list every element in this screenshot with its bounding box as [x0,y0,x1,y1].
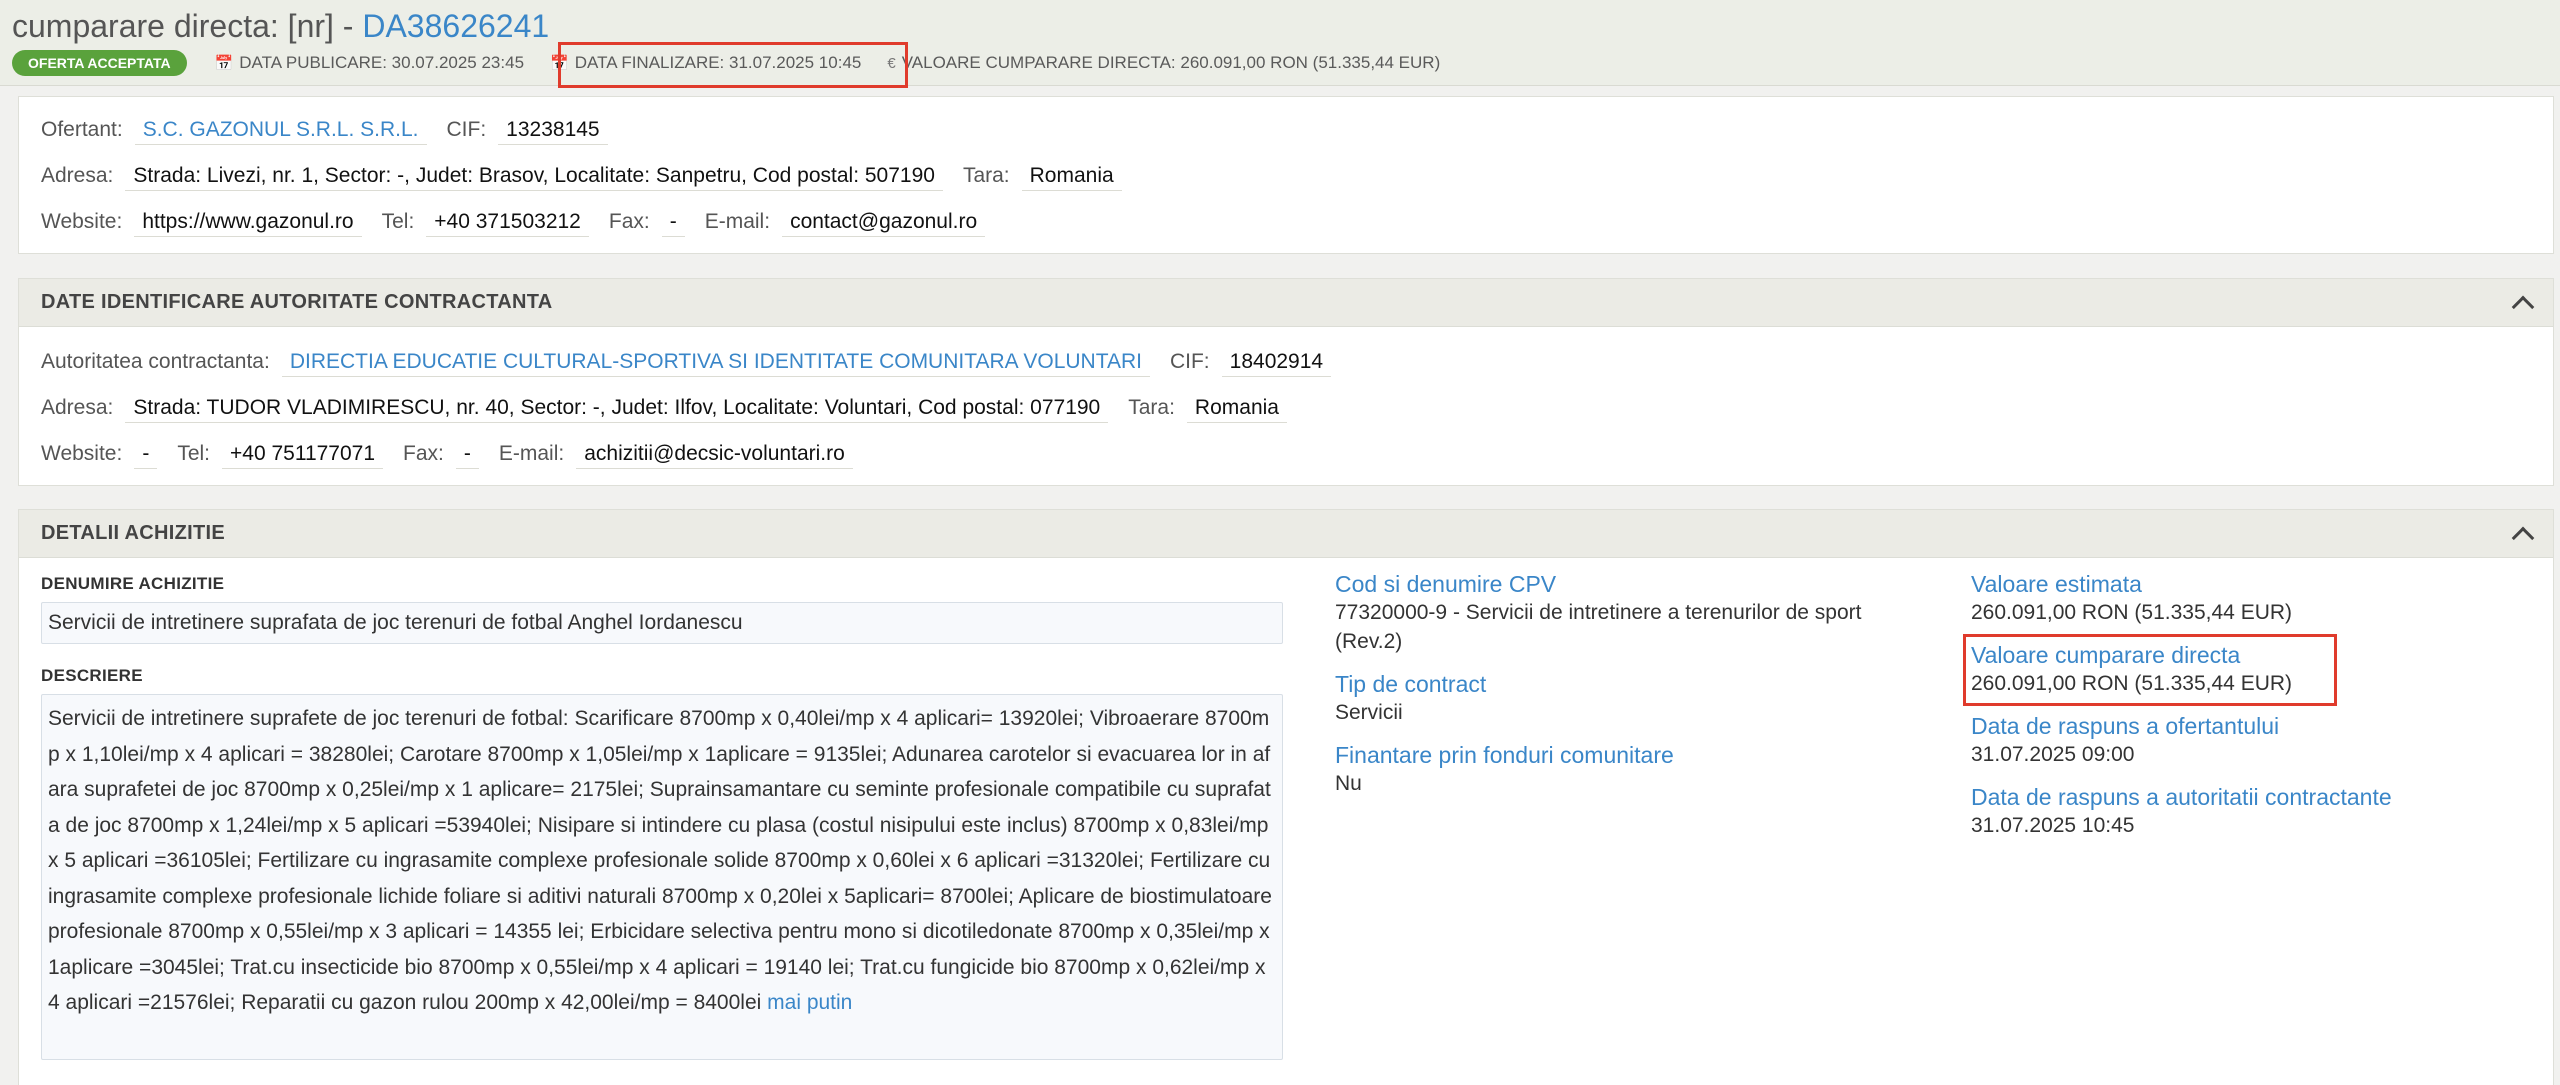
bidder-response-date-field: Data de raspuns a ofertantului 31.07.202… [1971,712,2531,769]
bidder-tel-value: +40 371503212 [426,207,589,237]
bidder-website-label: Website: [41,210,123,233]
procurement-name-label: DENUMIRE ACHIZITIE [41,574,225,593]
chevron-up-icon[interactable] [2511,526,2535,549]
authority-fax-value: - [455,439,479,469]
description-text: Servicii de intretinere suprafete de joc… [48,707,1272,1014]
procurement-middle-column: Cod si denumire CPV 77320000-9 - Servici… [1335,570,1895,812]
eu-funding-label: Finantare prin fonduri comunitare [1335,742,1674,768]
authority-country-label: Tara: [1128,396,1175,419]
direct-purchase-highlight [1963,634,2337,706]
estimated-value-label: Valoare estimata [1971,571,2142,597]
bidder-response-date-label: Data de raspuns a ofertantului [1971,713,2280,739]
authority-tel-label: Tel: [177,442,211,465]
procurement-right-column: Valoare estimata 260.091,00 RON (51.335,… [1971,570,2531,854]
bidder-country-label: Tara: [962,164,1010,187]
estimated-value-field: Valoare estimata 260.091,00 RON (51.335,… [1971,570,2531,627]
authority-address-row: Adresa: Strada: TUDOR VLADIMIRESCU, nr. … [19,385,2553,431]
bidder-address-value: Strada: Livezi, nr. 1, Sector: -, Judet:… [125,161,943,191]
cpv-label: Cod si denumire CPV [1335,571,1557,597]
contracting-authority-title: DATE IDENTIFICARE AUTORITATE CONTRACTANT… [41,291,553,313]
eu-funding-value: Nu [1335,772,1362,795]
bidder-tel-label: Tel: [381,210,415,233]
bidder-panel: Ofertant: S.C. GAZONUL S.R.L. S.R.L. CIF… [18,96,2554,254]
chevron-up-icon[interactable] [2511,295,2535,318]
cpv-value: 77320000-9 - Servicii de intretinere a t… [1335,601,1862,653]
eu-funding-field: Finantare prin fonduri comunitare Nu [1335,741,1895,798]
authority-name-link[interactable]: DIRECTIA EDUCATIE CULTURAL-SPORTIVA SI I… [281,347,1150,377]
contract-type-field: Tip de contract Servicii [1335,670,1895,727]
bidder-contact-row: Website: https://www.gazonul.ro Tel: +40… [19,199,2553,245]
authority-tel-value: +40 751177071 [222,439,384,469]
bidder-address-row: Adresa: Strada: Livezi, nr. 1, Sector: -… [19,153,2553,199]
authority-cif-label: CIF: [1169,350,1210,373]
bidder-fax-label: Fax: [608,210,650,233]
procurement-code-link[interactable]: DA38626241 [362,8,549,44]
description-box: Servicii de intretinere suprafete de joc… [41,694,1283,1060]
calendar-icon: 📅 [214,55,234,72]
title-prefix: cumparare directa: [nr] - [12,8,363,44]
procurement-details-header[interactable]: DETALII ACHIZITIE [19,510,2553,558]
bidder-label: Ofertant: [41,118,123,141]
authority-website-label: Website: [41,442,123,465]
authority-response-date-label: Data de raspuns a autoritatii contractan… [1971,784,2392,810]
contracting-authority-header[interactable]: DATE IDENTIFICARE AUTORITATE CONTRACTANT… [19,279,2553,327]
estimated-value-value: 260.091,00 RON (51.335,44 EUR) [1971,601,2293,624]
authority-address-value: Strada: TUDOR VLADIMIRESCU, nr. 40, Sect… [125,393,1109,423]
bidder-row: Ofertant: S.C. GAZONUL S.R.L. S.R.L. CIF… [19,107,2553,153]
bidder-fax-value: - [661,207,685,237]
direct-purchase-value-text: VALOARE CUMPARARE DIRECTA: 260.091,00 RO… [901,53,1441,72]
authority-address-label: Adresa: [41,396,114,419]
authority-fax-label: Fax: [403,442,444,465]
authority-email-label: E-mail: [498,442,565,465]
authority-response-date-field: Data de raspuns a autoritatii contractan… [1971,783,2531,840]
bidder-address-label: Adresa: [41,164,114,187]
bidder-country-value: Romania [1021,161,1122,191]
procurement-details-panel: DETALII ACHIZITIE DENUMIRE ACHIZITIE Ser… [18,509,2554,1085]
bidder-cif-value: 13238145 [498,115,608,145]
description-label: DESCRIERE [41,666,143,685]
authority-label: Autoritatea contractanta: [41,350,270,373]
authority-cif-value: 18402914 [1221,347,1332,377]
procurement-name-value: Servicii de intretinere suprafata de joc… [41,602,1283,644]
page-title: cumparare directa: [nr] - DA38626241 [12,8,549,45]
contracting-authority-panel: DATE IDENTIFICARE AUTORITATE CONTRACTANT… [18,278,2554,486]
publication-date-text: DATA PUBLICARE: 30.07.2025 23:45 [239,53,525,72]
bidder-website-value: https://www.gazonul.ro [134,207,362,237]
bidder-name-link[interactable]: S.C. GAZONUL S.R.L. S.R.L. [134,115,427,145]
direct-purchase-value: € VALOARE CUMPARARE DIRECTA: 260.091,00 … [887,53,1440,73]
bidder-email-value: contact@gazonul.ro [782,207,986,237]
authority-contact-row: Website: - Tel: +40 751177071 Fax: - E-m… [19,431,2553,477]
bidder-email-label: E-mail: [704,210,771,233]
cpv-field: Cod si denumire CPV 77320000-9 - Servici… [1335,570,1895,656]
completion-date-highlight [558,42,908,88]
authority-response-date-value: 31.07.2025 10:45 [1971,814,2135,837]
authority-country-value: Romania [1186,393,1287,423]
procurement-details-title: DETALII ACHIZITIE [41,522,225,544]
bidder-response-date-value: 31.07.2025 09:00 [1971,743,2135,766]
contract-type-label: Tip de contract [1335,671,1487,697]
bidder-cif-label: CIF: [446,118,487,141]
page-header: cumparare directa: [nr] - DA38626241 OFE… [0,0,2560,88]
status-badge: OFERTA ACCEPTATA [12,50,187,76]
publication-date: 📅 DATA PUBLICARE: 30.07.2025 23:45 [215,53,524,73]
authority-row: Autoritatea contractanta: DIRECTIA EDUCA… [19,339,2553,385]
procurement-left-column: DENUMIRE ACHIZITIE Servicii de intretine… [41,574,1283,1060]
show-less-link[interactable]: mai putin [767,991,852,1014]
contract-type-value: Servicii [1335,701,1403,724]
authority-email-value: achizitii@decsic-voluntari.ro [576,439,853,469]
authority-website-value: - [134,439,158,469]
